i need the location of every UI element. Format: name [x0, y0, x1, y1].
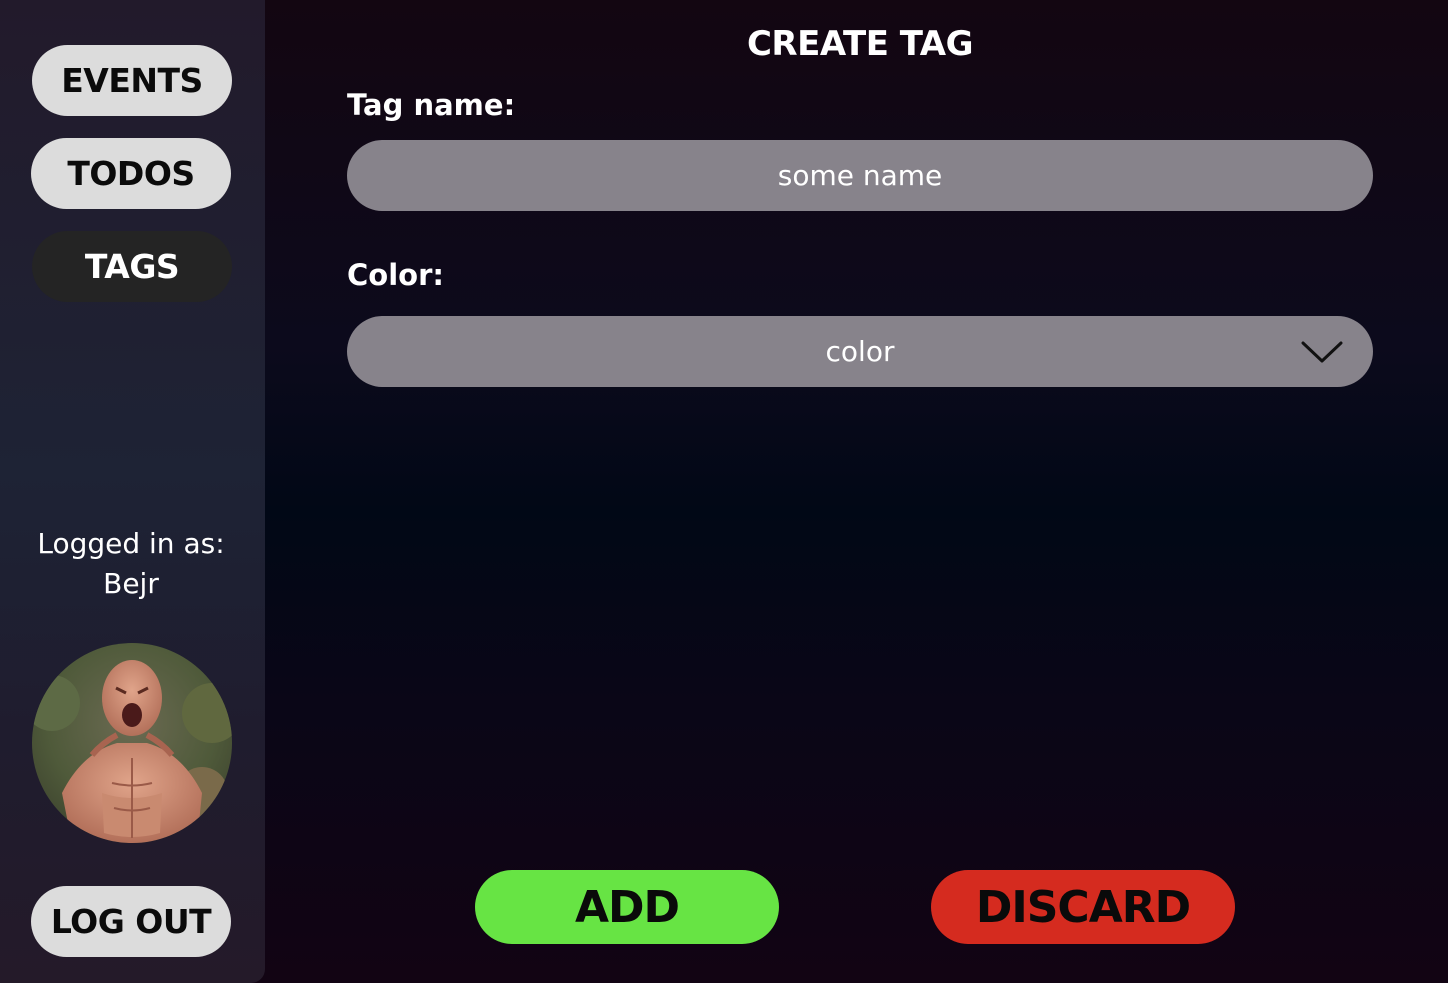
color-select[interactable]: color [347, 316, 1373, 387]
discard-button[interactable]: DISCARD [931, 870, 1235, 944]
color-select-value: color [825, 335, 895, 368]
add-button[interactable]: ADD [475, 870, 779, 944]
logged-in-label: Logged in as: [37, 527, 225, 560]
page-title: CREATE TAG [746, 24, 974, 64]
tag-name-input[interactable] [347, 140, 1373, 211]
logout-button[interactable]: LOG OUT [31, 886, 231, 957]
color-label: Color: [347, 258, 444, 292]
tag-name-label: Tag name: [347, 88, 516, 122]
logged-in-info: Logged in as: Bejr [0, 524, 262, 604]
username: Bejr [103, 567, 159, 600]
sidebar: EVENTS TODOS TAGS Logged in as: Bejr LOG… [0, 0, 265, 983]
nav-events-button[interactable]: EVENTS [32, 45, 232, 116]
avatar-photo [32, 643, 232, 843]
avatar [32, 643, 232, 843]
chevron-down-icon [1301, 341, 1343, 363]
nav-todos-button[interactable]: TODOS [31, 138, 231, 209]
nav-tags-button[interactable]: TAGS [32, 231, 232, 302]
